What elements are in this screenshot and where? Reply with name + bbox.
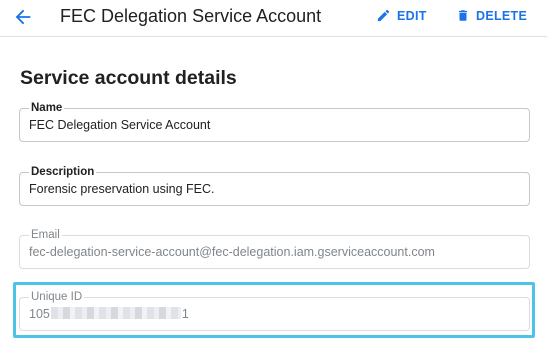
- back-arrow-icon[interactable]: [12, 6, 34, 28]
- delete-button[interactable]: DELETE: [456, 8, 527, 23]
- page-title: FEC Delegation Service Account: [60, 6, 322, 26]
- edit-button[interactable]: EDIT: [376, 8, 427, 23]
- email-field: Email fec-delegation-service-account@fec…: [19, 228, 530, 269]
- email-value: fec-delegation-service-account@fec-deleg…: [29, 245, 435, 259]
- delete-label: DELETE: [476, 8, 528, 23]
- pencil-icon: [376, 8, 391, 23]
- name-value: FEC Delegation Service Account: [29, 118, 211, 132]
- email-label: Email: [29, 228, 62, 242]
- trash-icon: [456, 8, 470, 23]
- name-field[interactable]: Name FEC Delegation Service Account: [19, 101, 530, 142]
- name-label: Name: [29, 101, 65, 115]
- edit-label: EDIT: [397, 8, 427, 23]
- section-title: Service account details: [20, 67, 237, 89]
- highlight-box: [13, 282, 535, 338]
- app-header: FEC Delegation Service Account EDIT DELE…: [0, 0, 547, 37]
- description-value: Forensic preservation using FEC.: [29, 182, 215, 196]
- description-field[interactable]: Description Forensic preservation using …: [19, 165, 530, 206]
- description-label: Description: [29, 165, 97, 179]
